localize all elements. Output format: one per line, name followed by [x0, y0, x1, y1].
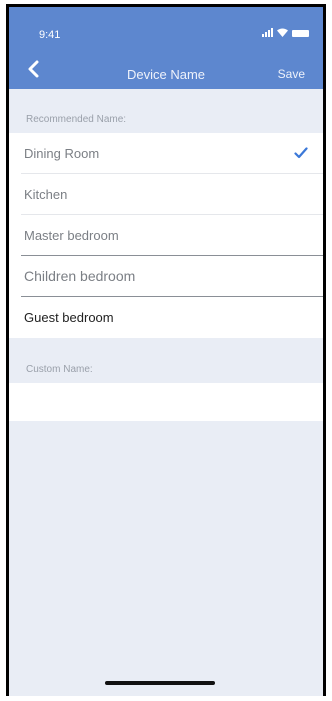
- custom-header: Custom Name:: [26, 364, 93, 375]
- list-item-label: Master bedroom: [24, 228, 119, 243]
- phone-frame: 9:41 Device Name Save Recommended Name: …: [6, 4, 326, 696]
- recommended-list: Dining Room Kitchen Master bedroom Child…: [9, 133, 323, 338]
- wifi-icon: [277, 28, 288, 37]
- custom-name-input[interactable]: [9, 383, 323, 421]
- home-indicator: [105, 681, 215, 685]
- list-item-label: Kitchen: [24, 187, 68, 202]
- list-item[interactable]: Dining Room: [9, 133, 323, 174]
- checkmark-icon: [294, 147, 308, 159]
- top-bar: 9:41 Device Name Save: [9, 7, 323, 89]
- battery-icon: [292, 30, 309, 37]
- list-item-label: Dining Room: [24, 146, 100, 161]
- list-item[interactable]: Guest bedroom: [9, 297, 323, 338]
- list-item[interactable]: Master bedroom: [9, 215, 323, 256]
- custom-name-field: [9, 383, 323, 421]
- recommended-header: Recommended Name:: [26, 114, 127, 125]
- page-title: Device Name: [126, 67, 206, 82]
- status-icons: [262, 28, 309, 37]
- save-button[interactable]: Save: [278, 67, 305, 81]
- list-item-label: Guest bedroom: [24, 310, 114, 325]
- list-item[interactable]: Kitchen: [9, 174, 323, 215]
- signal-icon: [262, 28, 273, 37]
- list-item[interactable]: Children bedroom: [9, 256, 323, 297]
- status-time: 9:41: [39, 29, 61, 41]
- list-item-label: Children bedroom: [24, 268, 136, 284]
